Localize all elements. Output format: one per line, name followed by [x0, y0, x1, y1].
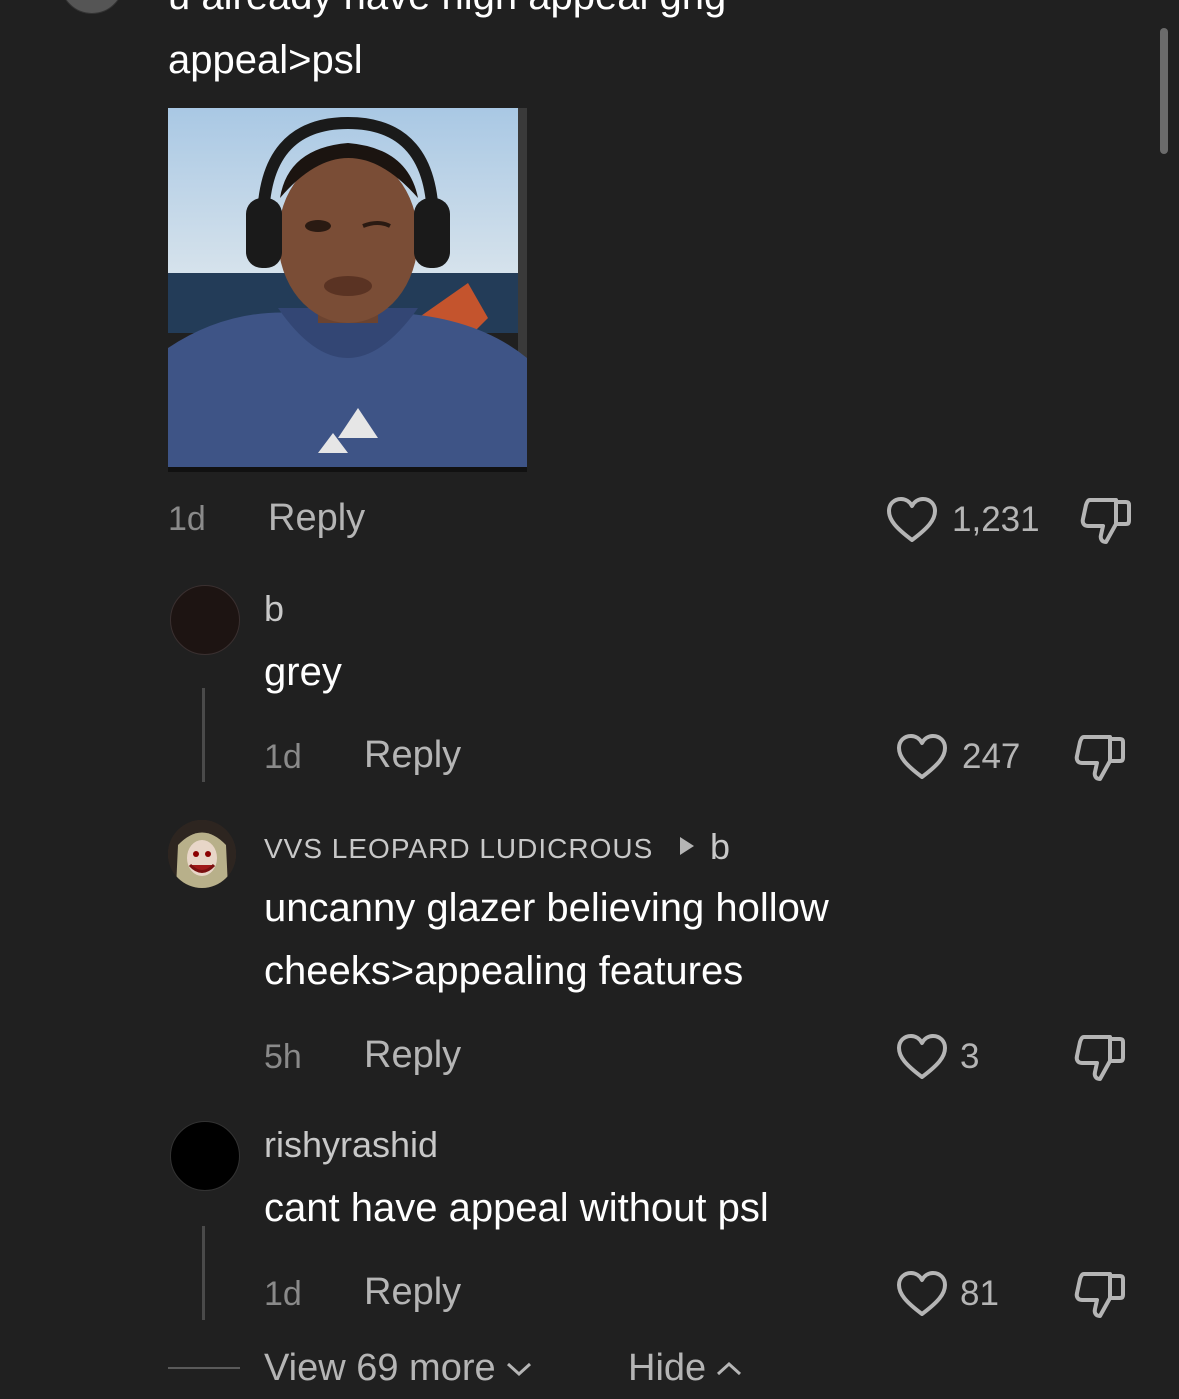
scrollbar[interactable] — [1160, 28, 1168, 154]
heart-outline-icon — [897, 1034, 947, 1079]
parent-avatar[interactable] — [60, 0, 124, 14]
reply-timestamp: 1d — [264, 1275, 302, 1313]
thumbs-down-outline-icon — [1074, 1272, 1125, 1318]
view-more-label: View 69 more — [264, 1347, 496, 1389]
reply-like-button[interactable] — [896, 1033, 948, 1081]
triangle-right-icon — [680, 837, 694, 855]
hide-label: Hide — [628, 1347, 707, 1389]
view-more-replies-button[interactable]: View 69 more — [264, 1347, 534, 1390]
reply-text: cant have appeal without psl — [264, 1186, 769, 1230]
reply-reply-button[interactable]: Reply — [364, 1034, 461, 1077]
reply-like-count: 81 — [960, 1274, 999, 1313]
heart-outline-icon — [887, 497, 937, 542]
heart-outline-icon — [897, 1271, 947, 1316]
parent-timestamp: 1d — [168, 500, 206, 538]
reply-reply-button[interactable]: Reply — [364, 734, 461, 777]
reply-username[interactable]: VVS LEOPARD LUDICROUS — [264, 833, 653, 865]
reply-timestamp: 1d — [264, 738, 302, 776]
reply-avatar-rishyrashid[interactable] — [170, 1121, 240, 1191]
thumbs-down-outline-icon — [1080, 498, 1131, 544]
reply-reply-button[interactable]: Reply — [364, 1271, 461, 1314]
reply-to-username[interactable]: b — [710, 826, 730, 868]
thumbs-down-outline-icon — [1074, 1035, 1125, 1081]
thumbs-down-outline-icon — [1074, 735, 1125, 781]
reply-text: grey — [264, 650, 342, 694]
reply-like-button[interactable] — [896, 1270, 948, 1318]
parent-comment-text-cut: u already have high appeal gng — [168, 0, 726, 19]
reply-dislike-button[interactable] — [1074, 1033, 1126, 1083]
reply-text-line-2: cheeks>appealing features — [264, 949, 744, 993]
reply-to-arrow — [678, 835, 696, 857]
thread-line — [202, 688, 205, 782]
parent-like-button[interactable] — [886, 496, 938, 544]
comment-image-graphic — [168, 108, 527, 467]
parent-like-count: 1,231 — [952, 500, 1040, 539]
divider — [168, 1367, 240, 1369]
reply-like-button[interactable] — [896, 733, 948, 781]
reply-dislike-button[interactable] — [1074, 733, 1126, 783]
hide-replies-button[interactable]: Hide — [628, 1347, 744, 1390]
reply-like-count: 3 — [960, 1037, 980, 1076]
thread-line — [202, 1226, 205, 1320]
reply-dislike-button[interactable] — [1074, 1270, 1126, 1320]
reply-username[interactable]: b — [264, 588, 284, 630]
parent-dislike-button[interactable] — [1080, 496, 1132, 546]
reply-text-line-1: uncanny glazer believing hollow — [264, 886, 829, 930]
heart-outline-icon — [897, 734, 947, 779]
reply-avatar-vvs[interactable] — [168, 820, 236, 888]
reply-timestamp: 5h — [264, 1038, 302, 1076]
reply-avatar-b[interactable] — [170, 585, 240, 655]
parent-comment-text: appeal>psl — [168, 38, 363, 82]
anime-avatar-graphic — [168, 820, 236, 888]
reply-like-count: 247 — [962, 737, 1021, 776]
parent-reply-button[interactable]: Reply — [268, 497, 365, 540]
chevron-down-icon — [506, 1362, 531, 1376]
comment-image[interactable] — [168, 108, 527, 472]
reply-username[interactable]: rishyrashid — [264, 1124, 438, 1166]
chevron-up-icon — [717, 1361, 742, 1375]
